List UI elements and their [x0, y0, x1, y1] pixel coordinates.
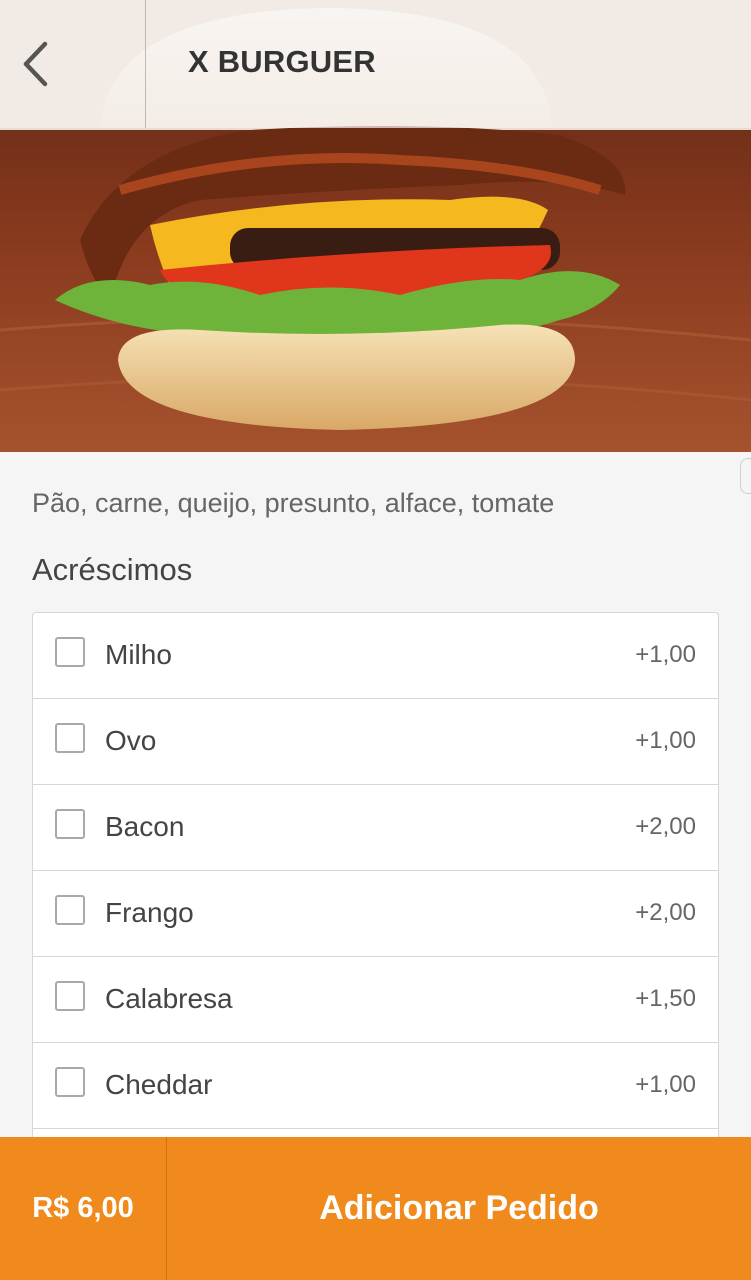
- checkbox[interactable]: [55, 895, 85, 925]
- extra-price: +2,00: [635, 899, 696, 926]
- extra-item-cheddar[interactable]: Cheddar +1,00: [33, 1043, 718, 1129]
- extra-name: Milho: [105, 639, 172, 670]
- checkbox[interactable]: [55, 1067, 85, 1097]
- extra-price: +1,00: [635, 641, 696, 668]
- extra-name: Frango: [105, 897, 194, 928]
- product-description: Pão, carne, queijo, presunto, alface, to…: [32, 488, 555, 518]
- scrollbar-thumb[interactable]: [740, 458, 751, 494]
- extra-item-ovo[interactable]: Ovo +1,00: [33, 699, 718, 785]
- extra-name: Cheddar: [105, 1069, 213, 1100]
- extra-item-milho[interactable]: Milho +1,00: [33, 613, 718, 699]
- app-header: X BURGUER: [0, 0, 751, 128]
- extra-name: Calabresa: [105, 983, 233, 1014]
- checkbox[interactable]: [55, 723, 85, 753]
- extra-name: Ovo: [105, 725, 157, 756]
- extra-item-frango[interactable]: Frango +2,00: [33, 871, 718, 957]
- chevron-left-icon: [23, 41, 47, 87]
- order-total: R$ 6,00: [0, 1137, 167, 1280]
- add-order-button[interactable]: Adicionar Pedido: [167, 1137, 751, 1280]
- checkbox[interactable]: [55, 809, 85, 839]
- checkbox[interactable]: [55, 981, 85, 1011]
- extras-section-title: Acréscimos: [32, 552, 193, 587]
- extra-item-bacon[interactable]: Bacon +2,00: [33, 785, 718, 871]
- checkbox[interactable]: [55, 637, 85, 667]
- order-footer: R$ 6,00 Adicionar Pedido: [0, 1137, 751, 1280]
- extra-price: +1,00: [635, 1071, 696, 1098]
- extras-list: Milho +1,00 Ovo +1,00 Bacon +2,00 Frango…: [32, 612, 719, 1215]
- extra-item-calabresa[interactable]: Calabresa +1,50: [33, 957, 718, 1043]
- back-button[interactable]: [0, 0, 146, 128]
- extra-price: +1,00: [635, 727, 696, 754]
- extra-name: Bacon: [105, 811, 185, 842]
- extra-price: +1,50: [635, 985, 696, 1012]
- page-title: X BURGUER: [188, 44, 376, 79]
- extra-price: +2,00: [635, 813, 696, 840]
